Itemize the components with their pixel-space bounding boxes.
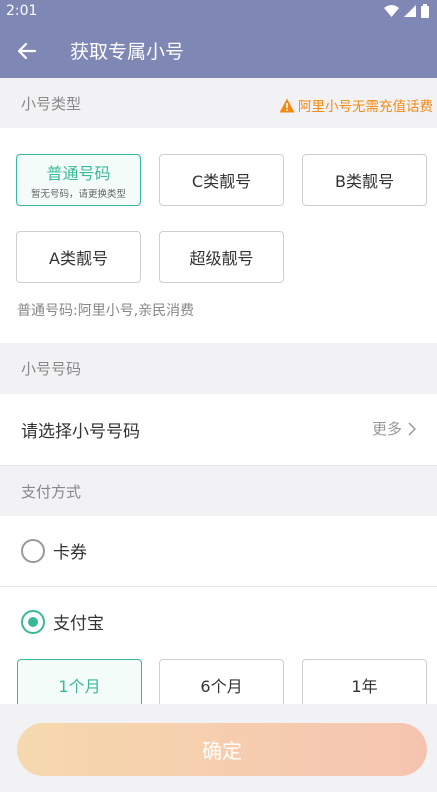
app-bar: 获取专属小号 [0, 24, 437, 78]
chip-label: 普通号码 [46, 164, 111, 183]
page-title: 获取专属小号 [70, 41, 185, 63]
coupon-label: 卡券 [53, 543, 87, 563]
more-link[interactable]: 更多 [372, 418, 416, 439]
duration-label: 1个月 [58, 677, 101, 696]
system-icons [384, 4, 429, 18]
status-bar: 2:01 [0, 0, 437, 24]
payment-panel: 卡券 支付宝 1个月 6个月 1年 [0, 516, 437, 711]
alipay-radio[interactable] [21, 610, 45, 634]
chip-sublabel: 暂无号码，请更换类型 [30, 189, 126, 200]
number-type-description: 普通号码:阿里小号,亲民消费 [17, 303, 195, 319]
chip-c-class[interactable]: C类靓号 [159, 154, 284, 206]
chip-label: A类靓号 [49, 249, 108, 268]
divider [0, 586, 437, 587]
number-type-panel: 普通号码 暂无号码，请更换类型 C类靓号 B类靓号 A类靓号 超级靓号 普通号码… [0, 128, 437, 343]
alipay-label: 支付宝 [53, 614, 104, 634]
back-arrow-icon[interactable] [14, 38, 40, 64]
recharge-warning: 阿里小号无需充值话费 [279, 95, 433, 115]
chip-super[interactable]: 超级靓号 [159, 231, 284, 283]
number-select-label: 小号号码 [21, 360, 82, 378]
number-select-row[interactable]: 请选择小号号码 更多 [0, 394, 437, 465]
battery-icon [421, 4, 429, 18]
bottom-bar: 确定 [0, 704, 437, 792]
confirm-button[interactable]: 确定 [17, 723, 427, 776]
number-select-header: 小号号码 [0, 343, 437, 393]
chip-a-class[interactable]: A类靓号 [16, 231, 141, 283]
payment-label: 支付方式 [21, 483, 82, 501]
chip-label: B类靓号 [335, 172, 394, 191]
duration-label: 1年 [351, 677, 378, 696]
number-type-header: 小号类型 阿里小号无需充值话费 [0, 78, 437, 128]
chip-b-class[interactable]: B类靓号 [302, 154, 427, 206]
duration-label: 6个月 [200, 677, 243, 696]
number-select-prompt: 请选择小号号码 [21, 422, 140, 442]
chip-normal-number[interactable]: 普通号码 暂无号码，请更换类型 [16, 154, 141, 206]
signal-icon [404, 5, 416, 17]
status-time: 2:01 [6, 3, 38, 19]
chip-label: C类靓号 [191, 172, 252, 191]
wifi-icon [384, 5, 399, 17]
warning-text: 阿里小号无需充值话费 [298, 99, 433, 115]
chevron-right-icon [408, 421, 416, 436]
warning-icon [279, 98, 295, 112]
coupon-radio[interactable] [21, 539, 45, 563]
payment-header: 支付方式 [0, 466, 437, 516]
more-label: 更多 [371, 420, 402, 438]
chip-label: 超级靓号 [189, 249, 254, 268]
number-type-label: 小号类型 [21, 95, 82, 113]
